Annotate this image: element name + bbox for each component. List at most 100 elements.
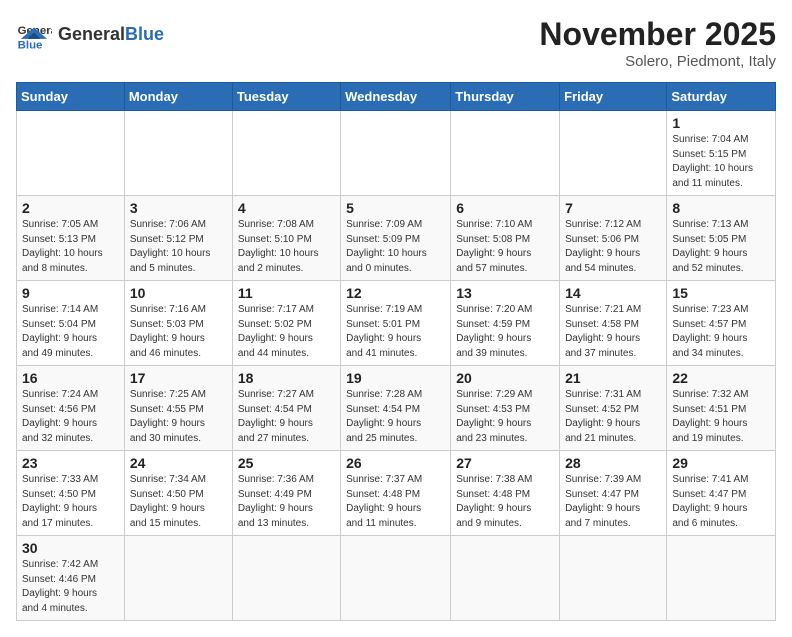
- day-info: Sunrise: 7:14 AM Sunset: 5:04 PM Dayligh…: [22, 303, 119, 361]
- day-info: Sunrise: 7:13 AM Sunset: 5:05 PM Dayligh…: [672, 218, 770, 276]
- weekday-header-monday: Monday: [124, 83, 232, 111]
- day-info: Sunrise: 7:27 AM Sunset: 4:54 PM Dayligh…: [238, 388, 335, 446]
- day-number: 17: [130, 370, 227, 386]
- day-info: Sunrise: 7:31 AM Sunset: 4:52 PM Dayligh…: [565, 388, 661, 446]
- weekday-header-wednesday: Wednesday: [341, 83, 451, 111]
- day-number: 15: [672, 285, 770, 301]
- day-cell: 25 Sunrise: 7:36 AM Sunset: 4:49 PM Dayli…: [232, 451, 340, 536]
- day-number: 20: [456, 370, 554, 386]
- day-info: Sunrise: 7:17 AM Sunset: 5:02 PM Dayligh…: [238, 303, 335, 361]
- day-number: 6: [456, 200, 554, 216]
- day-cell: [232, 536, 340, 621]
- day-info: Sunrise: 7:23 AM Sunset: 4:57 PM Dayligh…: [672, 303, 770, 361]
- day-number: 29: [672, 455, 770, 471]
- day-info: Sunrise: 7:34 AM Sunset: 4:50 PM Dayligh…: [130, 473, 227, 531]
- day-number: 27: [456, 455, 554, 471]
- day-cell: [124, 111, 232, 196]
- day-info: Sunrise: 7:28 AM Sunset: 4:54 PM Dayligh…: [346, 388, 445, 446]
- day-cell: [667, 536, 776, 621]
- day-info: Sunrise: 7:38 AM Sunset: 4:48 PM Dayligh…: [456, 473, 554, 531]
- day-number: 10: [130, 285, 227, 301]
- weekday-header-thursday: Thursday: [451, 83, 560, 111]
- day-info: Sunrise: 7:33 AM Sunset: 4:50 PM Dayligh…: [22, 473, 119, 531]
- day-number: 26: [346, 455, 445, 471]
- day-number: 24: [130, 455, 227, 471]
- day-cell: [17, 111, 125, 196]
- day-number: 18: [238, 370, 335, 386]
- day-number: 8: [672, 200, 770, 216]
- day-number: 5: [346, 200, 445, 216]
- day-number: 4: [238, 200, 335, 216]
- day-info: Sunrise: 7:05 AM Sunset: 5:13 PM Dayligh…: [22, 218, 119, 276]
- day-cell: 5Sunrise: 7:09 AM Sunset: 5:09 PM Daylig…: [341, 196, 451, 281]
- logo-general-text: GeneralBlue: [58, 24, 164, 45]
- day-info: Sunrise: 7:12 AM Sunset: 5:06 PM Dayligh…: [565, 218, 661, 276]
- day-cell: 30Sunrise: 7:42 AM Sunset: 4:46 PM Dayli…: [17, 536, 125, 621]
- weekday-header-sunday: Sunday: [17, 83, 125, 111]
- day-number: 9: [22, 285, 119, 301]
- day-cell: 1 Sunrise: 7:04 AM Sunset: 5:15 PM Daylig…: [667, 111, 776, 196]
- day-cell: 3 Sunrise: 7:06 AM Sunset: 5:12 PM Daylig…: [124, 196, 232, 281]
- day-cell: 26Sunrise: 7:37 AM Sunset: 4:48 PM Dayli…: [341, 451, 451, 536]
- day-info: Sunrise: 7:42 AM Sunset: 4:46 PM Dayligh…: [22, 558, 119, 616]
- day-number: 23: [22, 455, 119, 471]
- day-cell: [451, 111, 560, 196]
- day-number: 7: [565, 200, 661, 216]
- week-row-5: 23 Sunrise: 7:33 AM Sunset: 4:50 PM Dayli…: [17, 451, 776, 536]
- day-number: 19: [346, 370, 445, 386]
- logo: General Blue GeneralBlue: [16, 16, 164, 52]
- day-info: Sunrise: 7:36 AM Sunset: 4:49 PM Dayligh…: [238, 473, 335, 531]
- day-number: 13: [456, 285, 554, 301]
- day-cell: 7 Sunrise: 7:12 AM Sunset: 5:06 PM Daylig…: [560, 196, 667, 281]
- svg-text:Blue: Blue: [18, 40, 43, 52]
- day-info: Sunrise: 7:32 AM Sunset: 4:51 PM Dayligh…: [672, 388, 770, 446]
- weekday-header-friday: Friday: [560, 83, 667, 111]
- day-number: 22: [672, 370, 770, 386]
- day-number: 2: [22, 200, 119, 216]
- week-row-4: 16 Sunrise: 7:24 AM Sunset: 4:56 PM Dayli…: [17, 366, 776, 451]
- day-cell: 4 Sunrise: 7:08 AM Sunset: 5:10 PM Daylig…: [232, 196, 340, 281]
- day-cell: 2 Sunrise: 7:05 AM Sunset: 5:13 PM Daylig…: [17, 196, 125, 281]
- week-row-6: 30Sunrise: 7:42 AM Sunset: 4:46 PM Dayli…: [17, 536, 776, 621]
- day-cell: 8 Sunrise: 7:13 AM Sunset: 5:05 PM Daylig…: [667, 196, 776, 281]
- day-cell: 28Sunrise: 7:39 AM Sunset: 4:47 PM Dayli…: [560, 451, 667, 536]
- day-info: Sunrise: 7:08 AM Sunset: 5:10 PM Dayligh…: [238, 218, 335, 276]
- day-cell: 19 Sunrise: 7:28 AM Sunset: 4:54 PM Dayli…: [341, 366, 451, 451]
- day-number: 25: [238, 455, 335, 471]
- day-info: Sunrise: 7:04 AM Sunset: 5:15 PM Dayligh…: [672, 133, 770, 191]
- day-cell: [560, 111, 667, 196]
- day-number: 3: [130, 200, 227, 216]
- day-number: 16: [22, 370, 119, 386]
- day-cell: [232, 111, 340, 196]
- day-cell: 23 Sunrise: 7:33 AM Sunset: 4:50 PM Dayli…: [17, 451, 125, 536]
- weekday-header-row: SundayMondayTuesdayWednesdayThursdayFrid…: [17, 83, 776, 111]
- day-number: 12: [346, 285, 445, 301]
- day-cell: 20Sunrise: 7:29 AM Sunset: 4:53 PM Dayli…: [451, 366, 560, 451]
- day-cell: 6 Sunrise: 7:10 AM Sunset: 5:08 PM Daylig…: [451, 196, 560, 281]
- weekday-header-saturday: Saturday: [667, 83, 776, 111]
- day-info: Sunrise: 7:16 AM Sunset: 5:03 PM Dayligh…: [130, 303, 227, 361]
- day-cell: 18 Sunrise: 7:27 AM Sunset: 4:54 PM Dayli…: [232, 366, 340, 451]
- page-header: General Blue GeneralBlue November 2025 S…: [16, 16, 776, 70]
- day-number: 1: [672, 115, 770, 131]
- day-info: Sunrise: 7:25 AM Sunset: 4:55 PM Dayligh…: [130, 388, 227, 446]
- day-cell: 27 Sunrise: 7:38 AM Sunset: 4:48 PM Dayli…: [451, 451, 560, 536]
- day-info: Sunrise: 7:06 AM Sunset: 5:12 PM Dayligh…: [130, 218, 227, 276]
- day-cell: [560, 536, 667, 621]
- title-block: November 2025 Solero, Piedmont, Italy: [539, 16, 776, 70]
- day-info: Sunrise: 7:19 AM Sunset: 5:01 PM Dayligh…: [346, 303, 445, 361]
- day-info: Sunrise: 7:10 AM Sunset: 5:08 PM Dayligh…: [456, 218, 554, 276]
- day-cell: 17 Sunrise: 7:25 AM Sunset: 4:55 PM Dayli…: [124, 366, 232, 451]
- calendar-table: SundayMondayTuesdayWednesdayThursdayFrid…: [16, 82, 776, 621]
- day-info: Sunrise: 7:41 AM Sunset: 4:47 PM Dayligh…: [672, 473, 770, 531]
- week-row-1: 1 Sunrise: 7:04 AM Sunset: 5:15 PM Daylig…: [17, 111, 776, 196]
- day-info: Sunrise: 7:24 AM Sunset: 4:56 PM Dayligh…: [22, 388, 119, 446]
- day-number: 21: [565, 370, 661, 386]
- week-row-3: 9 Sunrise: 7:14 AM Sunset: 5:04 PM Daylig…: [17, 281, 776, 366]
- weekday-header-tuesday: Tuesday: [232, 83, 340, 111]
- day-number: 14: [565, 285, 661, 301]
- day-cell: 12 Sunrise: 7:19 AM Sunset: 5:01 PM Dayli…: [341, 281, 451, 366]
- day-cell: 10 Sunrise: 7:16 AM Sunset: 5:03 PM Dayli…: [124, 281, 232, 366]
- day-info: Sunrise: 7:20 AM Sunset: 4:59 PM Dayligh…: [456, 303, 554, 361]
- day-cell: 29 Sunrise: 7:41 AM Sunset: 4:47 PM Dayli…: [667, 451, 776, 536]
